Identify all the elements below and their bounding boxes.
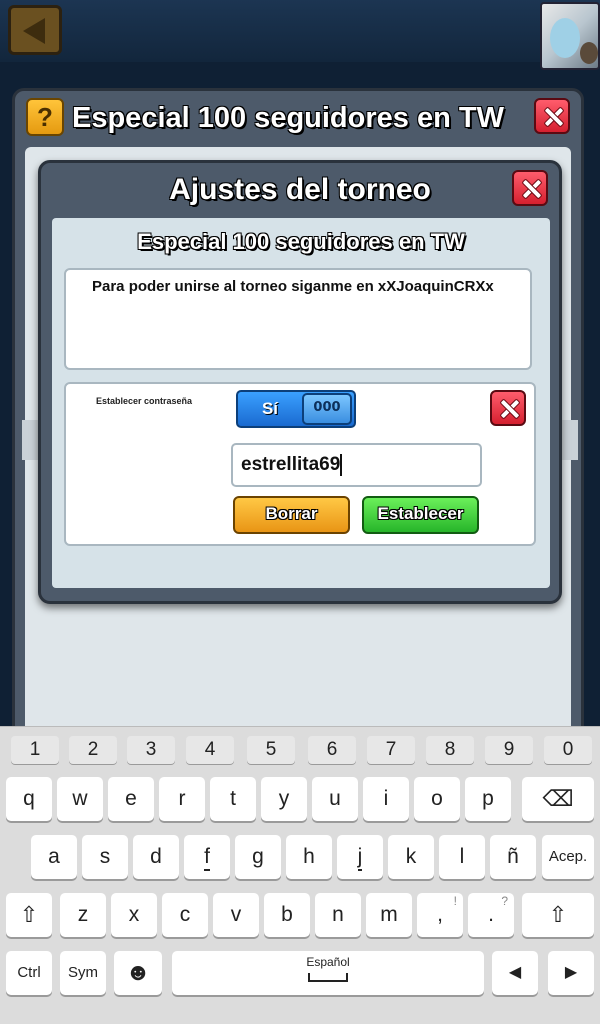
accept-key[interactable]: Acep. [542, 835, 594, 879]
key-u[interactable]: u [312, 777, 358, 821]
top-bar [0, 0, 600, 70]
key-period[interactable]: .? [468, 893, 514, 937]
tournament-name: Especial 100 seguidores en TW [137, 229, 465, 254]
text-cursor [340, 453, 343, 476]
key-comma-label: , [437, 903, 443, 926]
key-d[interactable]: d [133, 835, 179, 879]
key-5[interactable]: 5 [247, 736, 295, 764]
key-1[interactable]: 1 [11, 736, 59, 764]
password-remove-button[interactable] [490, 390, 526, 426]
key-k[interactable]: k [388, 835, 434, 879]
shift-left-icon[interactable]: ⇧ [6, 893, 52, 937]
back-arrow-icon [23, 18, 45, 44]
password-toggle-knob[interactable]: 000 [302, 393, 352, 425]
key-comma-sub: ! [453, 894, 457, 908]
tournament-panel-close-button[interactable] [534, 98, 570, 134]
key-w[interactable]: w [57, 777, 103, 821]
set-button[interactable]: Establecer [362, 496, 479, 534]
key-f-label: f [204, 845, 210, 871]
key-e[interactable]: e [108, 777, 154, 821]
key-c[interactable]: c [162, 893, 208, 937]
keyboard: 1 2 3 4 5 6 7 8 9 0 q w e r t y u i o p … [0, 726, 600, 1024]
key-j[interactable]: j [337, 835, 383, 879]
backspace-icon[interactable]: ⌫ [522, 777, 594, 821]
key-a[interactable]: a [31, 835, 77, 879]
key-2[interactable]: 2 [69, 736, 117, 764]
key-i[interactable]: i [363, 777, 409, 821]
back-button[interactable] [8, 5, 62, 55]
password-value: estrellita69 [241, 454, 341, 475]
ctrl-key[interactable]: Ctrl [6, 951, 52, 995]
space-key[interactable]: Español [172, 951, 484, 995]
key-period-sub: ? [501, 894, 508, 908]
key-6[interactable]: 6 [308, 736, 356, 764]
sym-key[interactable]: Sym [60, 951, 106, 995]
key-l[interactable]: l [439, 835, 485, 879]
key-h[interactable]: h [286, 835, 332, 879]
key-9[interactable]: 9 [485, 736, 533, 764]
key-comma[interactable]: ,! [417, 893, 463, 937]
avatar-image-secondary [580, 42, 598, 64]
key-t[interactable]: t [210, 777, 256, 821]
key-o[interactable]: o [414, 777, 460, 821]
password-toggle-label: Sí [261, 399, 279, 418]
space-bar-icon [308, 973, 348, 982]
key-q[interactable]: q [6, 777, 52, 821]
key-3[interactable]: 3 [127, 736, 175, 764]
key-enye[interactable]: ñ [490, 835, 536, 879]
key-p[interactable]: p [465, 777, 511, 821]
shift-right-icon[interactable]: ⇧ [522, 893, 594, 937]
key-8[interactable]: 8 [426, 736, 474, 764]
dialog-title: Ajustes del torneo [169, 173, 431, 206]
key-f[interactable]: f [184, 835, 230, 879]
key-n[interactable]: n [315, 893, 361, 937]
right-arrow-icon[interactable]: ▶ [548, 951, 594, 995]
emoji-icon[interactable]: ☻ [114, 951, 162, 995]
key-x[interactable]: x [111, 893, 157, 937]
key-0[interactable]: 0 [544, 736, 592, 764]
key-period-label: . [488, 903, 494, 926]
key-j-label: j [357, 845, 363, 871]
key-7[interactable]: 7 [367, 736, 415, 764]
key-4[interactable]: 4 [186, 736, 234, 764]
clear-button[interactable]: Borrar [233, 496, 350, 534]
avatar-image [550, 18, 580, 58]
avatar[interactable] [540, 2, 600, 70]
key-r[interactable]: r [159, 777, 205, 821]
space-language-label: Español [306, 955, 350, 969]
key-g[interactable]: g [235, 835, 281, 879]
key-z[interactable]: z [60, 893, 106, 937]
key-b[interactable]: b [264, 893, 310, 937]
key-s[interactable]: s [82, 835, 128, 879]
password-label: Establecer contraseña [96, 396, 193, 406]
help-button[interactable]: ? [26, 98, 64, 136]
tournament-panel-title: Especial 100 seguidores en TW [72, 102, 504, 134]
description-field[interactable]: Para poder unirse al torneo siganme en x… [64, 268, 532, 370]
key-v[interactable]: v [213, 893, 259, 937]
key-m[interactable]: m [366, 893, 412, 937]
key-y[interactable]: y [261, 777, 307, 821]
password-input[interactable]: estrellita69 [231, 443, 482, 487]
dialog-close-button[interactable] [512, 170, 548, 206]
left-arrow-icon[interactable]: ◀ [492, 951, 538, 995]
